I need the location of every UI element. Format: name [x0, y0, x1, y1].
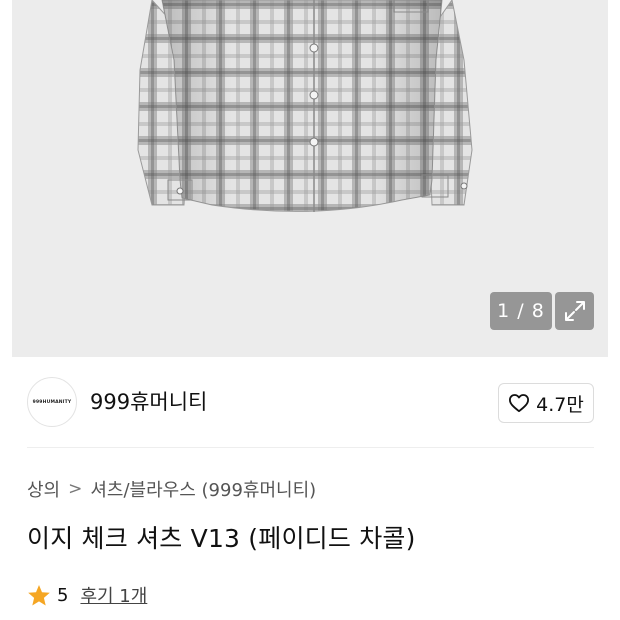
brand-row: 999HUMANITY 999휴머니티 4.7만 — [0, 357, 620, 447]
brand-name[interactable]: 999휴머니티 — [90, 386, 207, 416]
rating-row: 5 후기 1개 — [27, 582, 147, 608]
breadcrumb-subcategory[interactable]: 셔츠/블라우스 (999휴머니티) — [90, 476, 316, 502]
breadcrumb-category[interactable]: 상의 — [27, 476, 60, 502]
like-count: 4.7만 — [536, 393, 584, 416]
heart-icon — [509, 394, 530, 413]
star-icon — [28, 584, 50, 605]
product-image-gallery[interactable]: 1 / 8 — [0, 0, 620, 357]
divider — [27, 447, 594, 448]
product-title: 이지 체크 셔츠 V13 (페이디드 차콜) — [27, 524, 416, 553]
breadcrumb: 상의 > 셔츠/블라우스 (999휴머니티) — [27, 476, 316, 502]
chevron-right-icon: > — [68, 479, 83, 499]
image-counter: 1 / 8 — [490, 292, 552, 330]
expand-image-button[interactable] — [555, 292, 594, 330]
expand-icon — [564, 301, 585, 321]
brand-logo[interactable]: 999HUMANITY — [27, 377, 77, 427]
review-count-link[interactable]: 후기 1개 — [80, 582, 147, 608]
brand-logo-text: 999HUMANITY — [32, 399, 72, 405]
rating-score: 5 — [57, 584, 69, 606]
like-button[interactable]: 4.7만 — [498, 383, 594, 423]
